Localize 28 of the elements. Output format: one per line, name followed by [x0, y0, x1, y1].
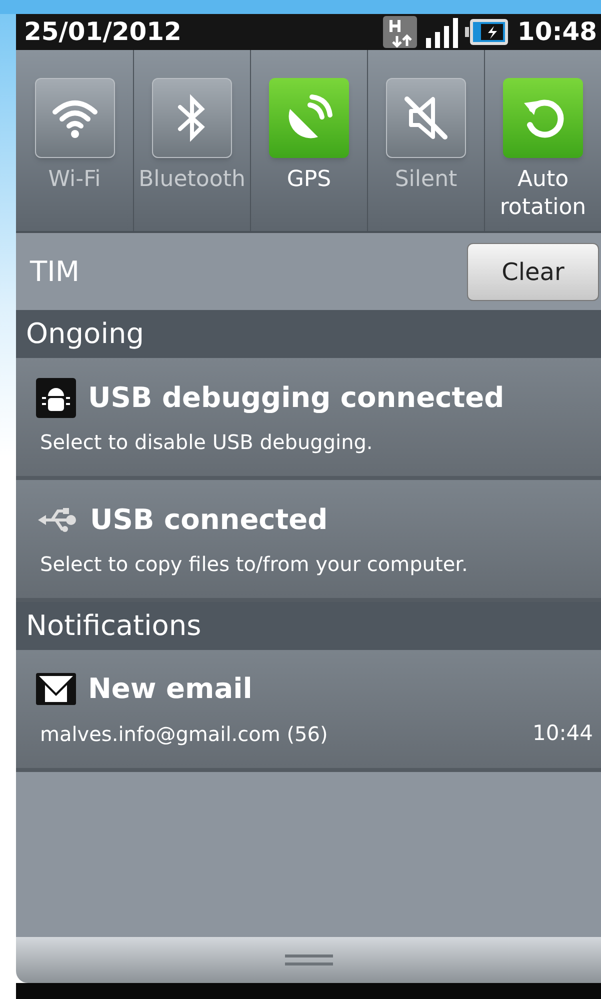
grip-icon: [284, 953, 332, 967]
section-header: Ongoing: [16, 310, 601, 358]
mail-icon: [36, 673, 76, 706]
quick-toggle[interactable]: Silent: [367, 50, 484, 231]
clear-button[interactable]: Clear: [467, 242, 599, 300]
carrier-name: TIM: [30, 254, 80, 290]
drawer-handle[interactable]: [16, 937, 601, 983]
data-network-icon: [383, 16, 418, 48]
quick-toggle[interactable]: GPS: [250, 50, 367, 231]
notification-title: New email: [88, 671, 252, 708]
android-bug-icon: [36, 378, 76, 418]
section-header: Notifications: [16, 602, 601, 650]
notification-title: USB connected: [90, 502, 328, 538]
status-date: 25/01/2012: [24, 16, 182, 48]
notification-text: malves.info@gmail.com (56): [40, 721, 328, 748]
quick-toggle[interactable]: Wi-Fi: [16, 50, 133, 231]
notification-item[interactable]: New email malves.info@gmail.com (56) 10:44: [16, 650, 601, 772]
battery-charging-icon: [465, 17, 510, 47]
usb-icon: [36, 505, 78, 535]
notification-item[interactable]: USB debugging connected Select to disable USB debugging.: [16, 358, 601, 480]
notification-time: 10:44: [532, 720, 593, 748]
quick-toggle[interactable]: Auto rotation: [484, 50, 601, 231]
status-time: 10:48: [517, 16, 597, 48]
notification-title: USB debugging connected: [88, 380, 504, 416]
notification-text: Select to copy files to/from your computer.: [40, 551, 468, 578]
notification-item[interactable]: USB connected Select to copy files to/from your computer.: [16, 480, 601, 602]
quick-toggle[interactable]: Bluetooth: [133, 50, 250, 231]
notification-text: Select to disable USB debugging.: [40, 429, 373, 456]
